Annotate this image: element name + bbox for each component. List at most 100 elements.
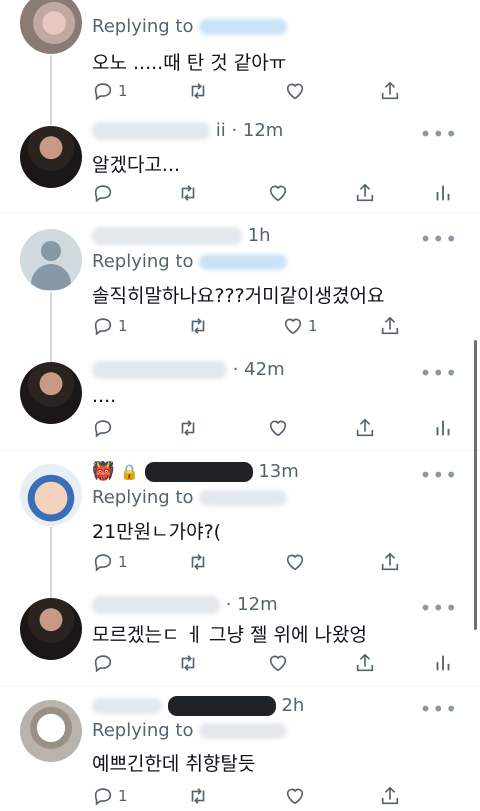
reply-icon bbox=[94, 318, 112, 336]
share-button[interactable] bbox=[379, 783, 401, 809]
redacted-name bbox=[92, 122, 210, 140]
like-button[interactable] bbox=[284, 783, 306, 809]
tweet-time: · 42m bbox=[232, 359, 285, 380]
share-icon bbox=[356, 418, 374, 437]
tweet[interactable]: Replying to 오노 .....때 탄 것 같아ㅠ 1 bbox=[0, 0, 480, 110]
share-button[interactable] bbox=[354, 415, 376, 441]
replying-to[interactable]: Replying to bbox=[92, 16, 288, 37]
replying-label: Replying to bbox=[92, 16, 194, 37]
more-icon[interactable]: ••• bbox=[420, 697, 458, 721]
retweet-button[interactable] bbox=[177, 650, 199, 676]
reply-button[interactable]: 1 bbox=[92, 549, 128, 575]
tweet-actions: 1 bbox=[92, 549, 462, 575]
tweet-text: 21만원ㄴ가야?( bbox=[92, 521, 222, 543]
retweet-button[interactable] bbox=[177, 415, 199, 441]
share-icon bbox=[381, 316, 399, 335]
more-icon[interactable]: ••• bbox=[420, 596, 458, 620]
tweet-text: 알겠다고... bbox=[92, 154, 181, 176]
redacted-handle bbox=[199, 490, 288, 506]
tweet-header: · 12m bbox=[92, 594, 278, 615]
analytics-icon bbox=[436, 185, 450, 201]
heart-icon bbox=[269, 420, 287, 437]
more-icon[interactable]: ••• bbox=[420, 463, 458, 487]
tweet-actions: 1 bbox=[92, 78, 462, 104]
reply-icon bbox=[94, 185, 112, 203]
reply-icon bbox=[94, 554, 112, 572]
redacted-handle bbox=[199, 723, 288, 739]
retweet-button[interactable] bbox=[177, 180, 199, 206]
share-icon bbox=[356, 183, 374, 202]
share-icon bbox=[381, 786, 399, 805]
retweet-button[interactable] bbox=[187, 549, 209, 575]
avatar[interactable] bbox=[20, 126, 82, 188]
tweet-actions bbox=[92, 180, 462, 206]
retweet-icon bbox=[191, 788, 205, 804]
avatar[interactable] bbox=[20, 700, 82, 762]
replying-to[interactable]: Replying to bbox=[92, 487, 288, 508]
reply-button[interactable]: 1 bbox=[92, 783, 128, 809]
like-button[interactable] bbox=[267, 180, 289, 206]
reply-button[interactable]: 1 bbox=[92, 313, 128, 339]
like-button[interactable] bbox=[267, 415, 289, 441]
more-icon[interactable]: ••• bbox=[420, 227, 458, 251]
avatar[interactable] bbox=[20, 362, 82, 424]
like-button[interactable] bbox=[284, 549, 306, 575]
tweet-text: 예쁘긴한데 취향탈듯 bbox=[92, 753, 256, 775]
reply-button[interactable] bbox=[92, 650, 114, 676]
retweet-button[interactable] bbox=[187, 313, 209, 339]
analytics-button[interactable] bbox=[432, 415, 454, 441]
tweet-actions: 1 1 bbox=[92, 313, 462, 339]
tweet[interactable]: · 12m ••• 모르겠는ㄷ ㅔ 그냥 젤 위에 나왔엉 bbox=[0, 583, 480, 686]
tweet-header: 1h bbox=[92, 225, 271, 246]
reply-button[interactable] bbox=[92, 415, 114, 441]
reply-button[interactable] bbox=[92, 180, 114, 206]
tweet-text: 모르겠는ㄷ ㅔ 그냥 젤 위에 나왔엉 bbox=[92, 624, 367, 646]
share-button[interactable] bbox=[354, 650, 376, 676]
avatar[interactable] bbox=[20, 464, 82, 526]
share-icon bbox=[381, 552, 399, 571]
avatar[interactable] bbox=[20, 229, 82, 291]
like-count: 1 bbox=[308, 317, 318, 335]
heart-icon bbox=[286, 788, 304, 805]
replying-to[interactable]: Replying to bbox=[92, 720, 288, 741]
more-icon[interactable]: ••• bbox=[420, 361, 458, 385]
reply-button[interactable]: 1 bbox=[92, 78, 128, 104]
like-button[interactable] bbox=[267, 650, 289, 676]
analytics-button[interactable] bbox=[432, 650, 454, 676]
redacted-handle bbox=[199, 254, 288, 270]
share-icon bbox=[356, 653, 374, 672]
tweet[interactable]: 1h ••• Replying to 솔직히말하나요???거미같이생겼어요 1 … bbox=[0, 213, 480, 343]
share-button[interactable] bbox=[379, 313, 401, 339]
like-button[interactable]: 1 bbox=[282, 313, 318, 339]
like-button[interactable] bbox=[284, 78, 306, 104]
tweet[interactable]: 2h ••• Replying to 예쁘긴한데 취향탈듯 1 bbox=[0, 687, 480, 811]
lock-icon: 🔒 bbox=[120, 463, 139, 481]
analytics-button[interactable] bbox=[432, 180, 454, 206]
heart-icon bbox=[286, 554, 304, 571]
replying-to[interactable]: Replying to bbox=[92, 251, 288, 272]
tweet-actions: 1 bbox=[92, 783, 462, 809]
tweet-text: 솔직히말하나요???거미같이생겼어요 bbox=[92, 285, 385, 307]
tweet-time: ii · 12m bbox=[215, 120, 284, 141]
redacted-handle bbox=[167, 696, 276, 716]
scrollbar[interactable] bbox=[474, 340, 477, 630]
avatar[interactable] bbox=[20, 0, 82, 54]
heart-icon bbox=[269, 185, 287, 202]
retweet-icon bbox=[181, 420, 195, 436]
tweet-header: 👹 🔒 13m bbox=[92, 461, 299, 482]
redacted-name bbox=[92, 698, 162, 714]
tweet[interactable]: · 42m ••• .... bbox=[0, 345, 480, 450]
share-button[interactable] bbox=[379, 78, 401, 104]
tweet[interactable]: ii · 12m ••• 알겠다고... bbox=[0, 110, 480, 212]
retweet-button[interactable] bbox=[187, 783, 209, 809]
retweet-button[interactable] bbox=[187, 78, 209, 104]
avatar[interactable] bbox=[20, 598, 82, 660]
retweet-icon bbox=[191, 318, 205, 334]
tweet-actions bbox=[92, 415, 462, 441]
reply-count: 1 bbox=[118, 787, 128, 805]
tweet[interactable]: 👹 🔒 13m ••• Replying to 21만원ㄴ가야?( 1 bbox=[0, 451, 480, 581]
more-icon[interactable]: ••• bbox=[420, 122, 458, 146]
tweet-time: 2h bbox=[281, 695, 305, 716]
share-button[interactable] bbox=[379, 549, 401, 575]
share-button[interactable] bbox=[354, 180, 376, 206]
